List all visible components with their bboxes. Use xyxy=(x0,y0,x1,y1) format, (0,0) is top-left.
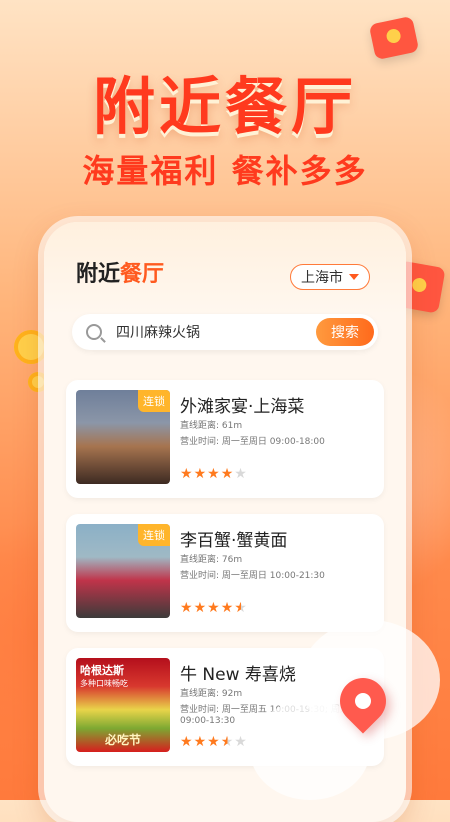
restaurant-hours-continued: 09:00-13:30 xyxy=(180,716,236,726)
restaurant-distance: 直线距离: 92m xyxy=(180,689,243,699)
star-icon: ★ xyxy=(207,734,221,750)
star-icon: ★ xyxy=(180,466,194,482)
star-icon: ★ xyxy=(220,466,235,482)
photo-brand-label: 哈根达斯 xyxy=(80,664,124,677)
hero-subtitle: 海量福利 餐补多多 xyxy=(82,152,368,190)
restaurant-distance: 直线距离: 61m xyxy=(180,421,243,431)
star-icon: ★ xyxy=(193,600,208,616)
chain-badge: 连锁 xyxy=(138,390,170,412)
restaurant-photo: 哈根达斯 多种口味畅吃 必吃节 xyxy=(76,658,170,752)
search-icon xyxy=(86,324,102,340)
restaurant-photo: 连锁 xyxy=(76,390,170,484)
half-star-icon: ★ xyxy=(220,734,235,750)
star-icon: ★ xyxy=(220,600,235,616)
search-button[interactable]: 搜索 xyxy=(316,318,374,346)
app-title-part2: 餐厅 xyxy=(120,262,165,287)
star-icon: ★ xyxy=(180,600,194,616)
app-title: 附近餐厅 xyxy=(76,256,164,288)
restaurant-hours: 营业时间: 周一至周日 10:00-21:30 xyxy=(180,571,325,581)
star-rating: ★★★★★ xyxy=(180,734,248,750)
star-rating: ★★★★★ xyxy=(180,466,248,482)
restaurant-card[interactable]: 连锁 外滩家宴·上海菜 直线距离: 61m 营业时间: 周一至周日 09:00-… xyxy=(66,380,384,498)
coin-decoration xyxy=(14,330,48,364)
star-icon: ★ xyxy=(207,466,221,482)
restaurant-name: 牛 New 寿喜烧 xyxy=(180,665,296,685)
city-selector[interactable]: 上海市 xyxy=(290,264,370,290)
hero-title: 附近餐厅 xyxy=(92,70,357,143)
city-label: 上海市 xyxy=(301,270,343,286)
search-bar: 搜索 xyxy=(72,314,378,350)
star-icon: ★ xyxy=(193,466,208,482)
photo-sub-label: 多种口味畅吃 xyxy=(80,679,128,688)
star-icon: ★ xyxy=(193,734,208,750)
photo-tag: 必吃节 xyxy=(104,733,141,747)
search-input[interactable] xyxy=(114,323,298,341)
restaurant-name: 李百蟹·蟹黄面 xyxy=(180,531,288,551)
app-title-part1: 附近 xyxy=(76,262,121,287)
half-star-icon: ★ xyxy=(234,600,248,616)
restaurant-card[interactable]: 连锁 李百蟹·蟹黄面 直线距离: 76m 营业时间: 周一至周日 10:00-2… xyxy=(66,514,384,632)
star-icon: ★ xyxy=(234,734,248,750)
star-icon: ★ xyxy=(234,466,248,482)
star-icon: ★ xyxy=(207,600,221,616)
star-rating: ★★★★★ xyxy=(180,600,248,616)
restaurant-distance: 直线距离: 76m xyxy=(180,555,243,565)
dropdown-arrow-icon xyxy=(349,274,359,280)
star-icon: ★ xyxy=(180,734,194,750)
restaurant-hours: 营业时间: 周一至周日 09:00-18:00 xyxy=(180,437,325,447)
restaurant-name: 外滩家宴·上海菜 xyxy=(180,397,305,417)
restaurant-photo: 连锁 xyxy=(76,524,170,618)
chain-badge: 连锁 xyxy=(138,524,170,546)
